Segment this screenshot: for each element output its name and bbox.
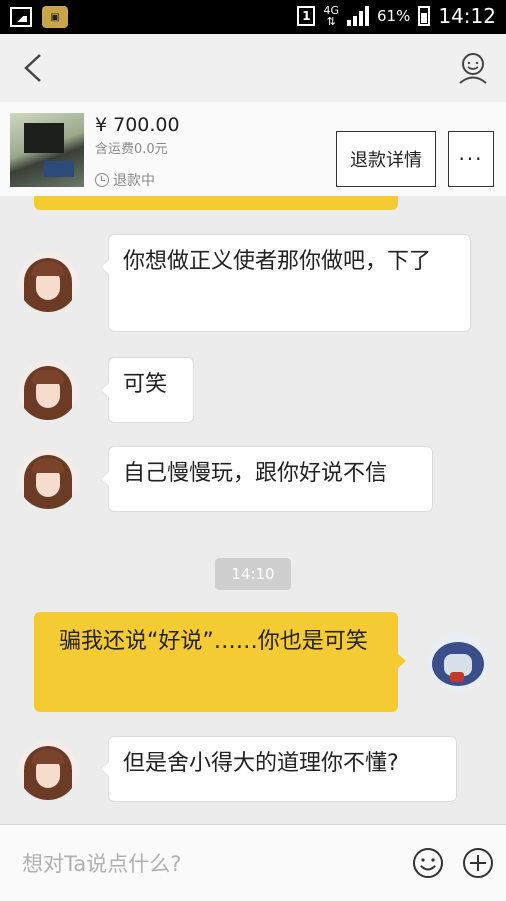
clock-time: 14:12 [438, 4, 496, 28]
app-notification-icon: ▣ [42, 6, 68, 28]
my-message-bubble: 骗我还说“好说”……你也是可笑 [34, 612, 406, 712]
seller-avatar[interactable] [18, 449, 78, 509]
back-arrow-icon[interactable] [20, 52, 50, 84]
more-options-button[interactable]: ··· [448, 131, 494, 187]
sim-slot-icon: 1 [297, 6, 316, 26]
input-bar: 想对Ta说点什么? [0, 824, 506, 901]
status-bar: ▣ 1 4G ⇅ 61% 14:12 [0, 0, 506, 34]
my-avatar[interactable] [428, 632, 488, 692]
order-shipping: 含运费0.0元 [95, 142, 168, 157]
emoji-icon[interactable] [412, 847, 444, 879]
order-price: ¥ 700.00 [95, 114, 180, 136]
status-bar-notifications: ▣ [10, 6, 68, 28]
data-arrows-icon: ⇅ [326, 15, 336, 28]
previous-message-bubble [34, 196, 398, 210]
refund-details-button[interactable]: 退款详情 [336, 131, 436, 187]
battery-icon [418, 6, 431, 26]
nav-bar [0, 34, 506, 102]
seller-avatar[interactable] [18, 252, 78, 312]
message-bubble: 你想做正义使者那你做吧，下了 [100, 234, 471, 332]
network-type: 4G ⇅ [323, 5, 339, 27]
seller-avatar[interactable] [18, 360, 78, 420]
image-notification-icon [10, 7, 32, 27]
seller-avatar[interactable] [18, 740, 78, 800]
plus-icon[interactable] [462, 847, 494, 879]
message-bubble: 自己慢慢玩，跟你好说不信 [100, 446, 433, 512]
order-info-bar: ¥ 700.00 含运费0.0元 退款中 退款详情 ··· [0, 102, 506, 197]
chat-area[interactable]: 你想做正义使者那你做吧，下了 可笑 自己慢慢玩，跟你好说不信 14:10 骗我还… [0, 196, 506, 824]
order-status: 退款中 [95, 170, 155, 190]
user-profile-icon[interactable] [456, 50, 490, 84]
signal-icon [347, 6, 370, 26]
message-bubble: 可笑 [100, 357, 194, 423]
message-timestamp: 14:10 [215, 558, 291, 590]
order-status-label: 退款中 [113, 173, 155, 189]
status-bar-indicators: 1 4G ⇅ 61% 14:12 [297, 4, 496, 28]
clock-icon [95, 173, 109, 187]
message-bubble: 但是舍小得大的道理你不懂? [100, 736, 457, 802]
product-thumbnail[interactable] [10, 113, 84, 187]
battery-percent: 61% [377, 7, 411, 25]
message-input[interactable]: 想对Ta说点什么? [22, 845, 392, 881]
